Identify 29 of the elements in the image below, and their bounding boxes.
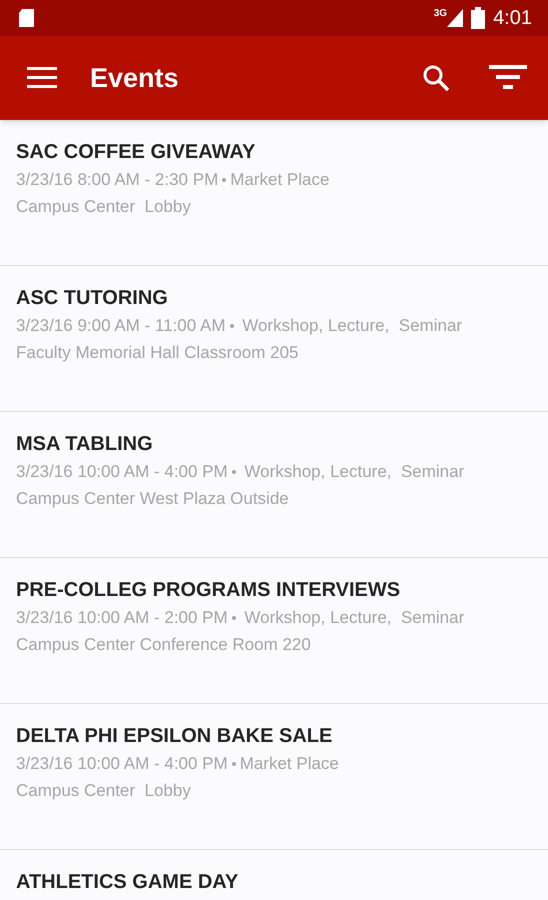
signal-icon: [447, 9, 464, 27]
event-category: Market Place: [240, 753, 339, 775]
event-title: ATHLETICS GAME DAY: [16, 870, 240, 895]
event-category: Workshop, Lecture, Seminar: [243, 607, 464, 629]
search-icon: [422, 64, 450, 92]
event-time: 3/23/16 10:00 AM - 4:00 PM: [16, 461, 228, 483]
event-location: Campus Center Conference Room 220: [16, 634, 312, 656]
event-time: 3/23/16 10:00 AM - 2:00 PM: [16, 607, 228, 629]
event-location: Campus Center Lobby: [16, 196, 192, 218]
event-time: 3/23/16 9:00 AM - 11:00 AM: [16, 315, 226, 337]
event-category: Workshop, Lecture, Seminar: [241, 315, 462, 337]
event-location: Campus Center Lobby: [16, 780, 192, 802]
event-title: SAC COFFEE GIVEAWAY: [16, 140, 256, 165]
event-time: 3/23/16 8:00 AM - 2:30 PM: [16, 169, 218, 191]
event-time: 3/23/16 10:00 AM - 4:00 PM: [16, 753, 228, 775]
event-title: ASC TUTORING: [16, 286, 169, 311]
network-type: 3G: [434, 7, 448, 21]
filter-icon: [489, 65, 527, 91]
clock: 4:01: [493, 6, 532, 31]
event-title: DELTA PHI EPSILON BAKE SALE: [16, 724, 334, 749]
event-title: PRE-COLLEG PROGRAMS INTERVIEWS: [16, 578, 402, 603]
event-location: Faculty Memorial Hall Classroom 205: [16, 342, 300, 364]
event-category: Market Place: [230, 169, 330, 191]
event-location: Campus Center West Plaza Outside: [16, 488, 290, 510]
event-title: MSA TABLING: [16, 432, 154, 457]
event-category: Workshop, Lecture, Seminar: [243, 461, 464, 483]
app-title: Events: [90, 62, 180, 95]
menu-icon: [27, 67, 57, 89]
battery-icon: [471, 7, 486, 29]
